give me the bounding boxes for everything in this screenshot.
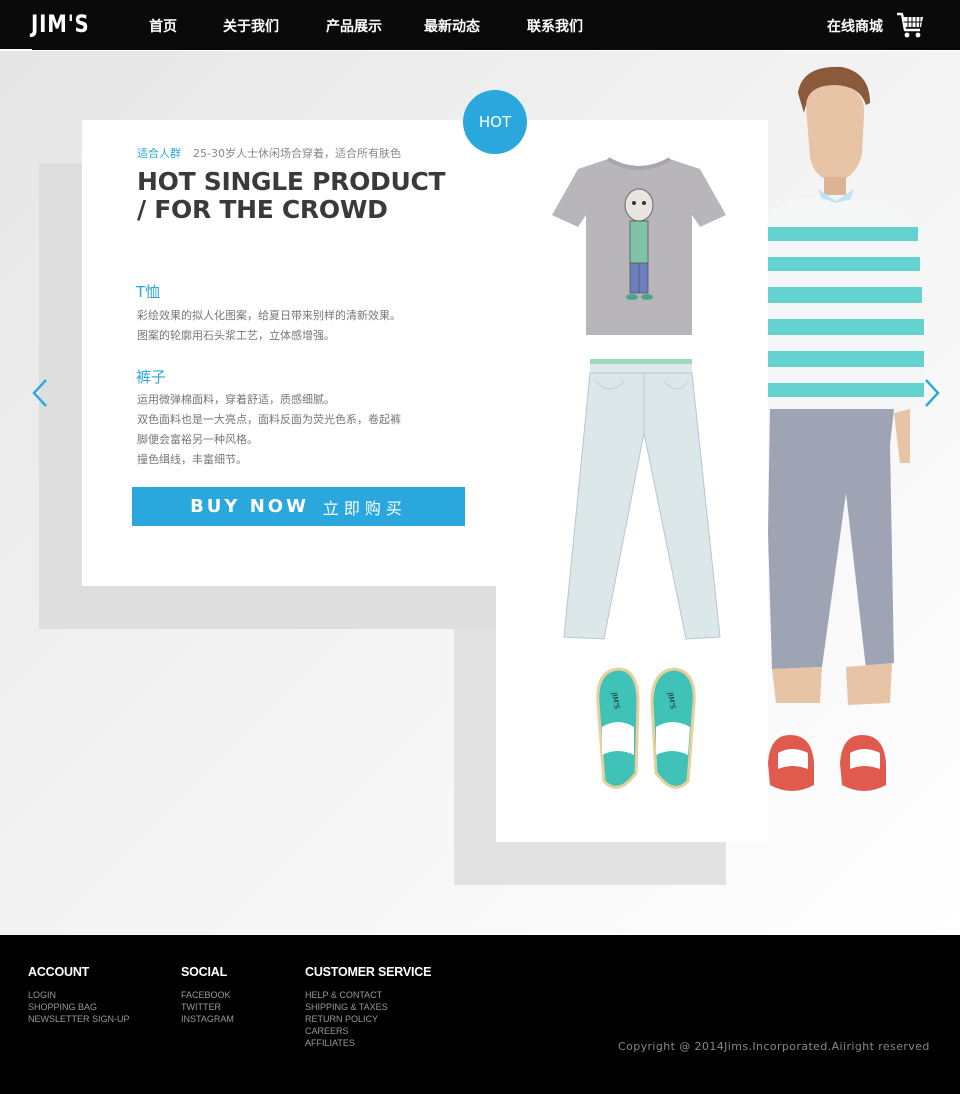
footer-link-shopping-bag[interactable]: SHOPPING BAG bbox=[28, 1001, 130, 1013]
target-audience: 适合人群 25-30岁人士休闲场合穿着，适合所有肤色 bbox=[137, 145, 401, 161]
model-photo bbox=[768, 66, 924, 791]
tshirt-title: T恤 bbox=[136, 283, 161, 301]
audience-label: 适合人群 bbox=[137, 147, 181, 160]
page-title: HOT SINGLE PRODUCT / FOR THE CROWD bbox=[137, 168, 467, 224]
copyright-text: Copyright @ 2014Jims.Incorporated.Aiirig… bbox=[618, 1040, 930, 1053]
pants-title: 裤子 bbox=[136, 368, 167, 386]
pants-desc: 双色面料也是一大亮点，面料反面为荧光色系，卷起裤 bbox=[137, 413, 401, 426]
hot-badge: HOT bbox=[463, 90, 527, 154]
shoes-image[interactable]: JIM'S JIM'S bbox=[590, 663, 702, 797]
footer-social-column: SOCIAL FACEBOOK TWITTER INSTAGRAM bbox=[181, 965, 234, 1025]
headline-line: HOT SINGLE PRODUCT bbox=[137, 167, 446, 196]
online-shop-link[interactable]: 在线商城 bbox=[827, 16, 883, 36]
footer-link-facebook[interactable]: FACEBOOK bbox=[181, 989, 234, 1001]
footer-heading: CUSTOMER SERVICE bbox=[305, 965, 432, 979]
footer-account-column: ACCOUNT LOGIN SHOPPING BAG NEWSLETTER SI… bbox=[28, 965, 130, 1025]
hero-section: 适合人群 25-30岁人士休闲场合穿着，适合所有肤色 HOT SINGLE PRO… bbox=[0, 51, 960, 935]
pants-image[interactable] bbox=[560, 353, 724, 645]
tshirt-desc: 图案的轮廓用石头浆工艺，立体感增强。 bbox=[137, 329, 335, 342]
buy-now-label-cn: 立即购买 bbox=[322, 498, 407, 518]
audience-text: 25-30岁人士休闲场合穿着，适合所有肤色 bbox=[193, 147, 401, 160]
footer-link-instagram[interactable]: INSTAGRAM bbox=[181, 1013, 234, 1025]
buy-now-label: BUY NOW bbox=[190, 496, 309, 517]
footer-heading: ACCOUNT bbox=[28, 965, 90, 979]
footer-link-shipping[interactable]: SHIPPING & TAXES bbox=[305, 1001, 431, 1013]
footer-link-affiliates[interactable]: AFFILIATES bbox=[305, 1037, 431, 1049]
footer-link-newsletter[interactable]: NEWSLETTER SIGN-UP bbox=[28, 1013, 130, 1025]
footer-heading: SOCIAL bbox=[181, 965, 228, 979]
footer-link-twitter[interactable]: TWITTER bbox=[181, 1001, 234, 1013]
carousel-prev-arrow-icon[interactable] bbox=[30, 378, 50, 408]
nav-item-home[interactable]: 首页 bbox=[149, 16, 177, 36]
footer-link-returns[interactable]: RETURN POLICY bbox=[305, 1013, 431, 1025]
nav-item-about[interactable]: 关于我们 bbox=[223, 16, 279, 36]
buy-now-button[interactable]: BUY NOW 立即购买 bbox=[132, 487, 465, 526]
footer-link-login[interactable]: LOGIN bbox=[28, 989, 130, 1001]
nav-item-products[interactable]: 产品展示 bbox=[326, 16, 382, 36]
tshirt-image[interactable] bbox=[550, 155, 728, 341]
carousel-next-arrow-icon[interactable] bbox=[922, 378, 942, 408]
footer: ACCOUNT LOGIN SHOPPING BAG NEWSLETTER SI… bbox=[0, 935, 960, 1094]
nav-item-contact[interactable]: 联系我们 bbox=[527, 16, 583, 36]
tshirt-desc: 彩绘效果的拟人化图案，给夏日带来别样的清新效果。 bbox=[137, 309, 401, 322]
brand-logo[interactable]: JIM'S bbox=[31, 10, 90, 38]
footer-link-careers[interactable]: CAREERS bbox=[305, 1025, 431, 1037]
pants-desc: 运用微弹棉面料，穿着舒适，质感细腻。 bbox=[137, 393, 335, 406]
nav-item-news[interactable]: 最新动态 bbox=[424, 16, 480, 36]
footer-link-help[interactable]: HELP & CONTACT bbox=[305, 989, 431, 1001]
shopping-cart-icon[interactable] bbox=[896, 11, 924, 39]
headline-line: / FOR THE CROWD bbox=[137, 195, 388, 224]
top-nav-bar: JIM'S 首页 关于我们 产品展示 最新动态 联系我们 在线商城 bbox=[0, 0, 960, 51]
pants-desc: 脚便会富裕另一种风格。 bbox=[137, 433, 258, 446]
footer-service-column: CUSTOMER SERVICE HELP & CONTACT SHIPPING… bbox=[305, 965, 431, 1049]
pants-desc: 撞色缉线，丰富细节。 bbox=[137, 453, 247, 466]
